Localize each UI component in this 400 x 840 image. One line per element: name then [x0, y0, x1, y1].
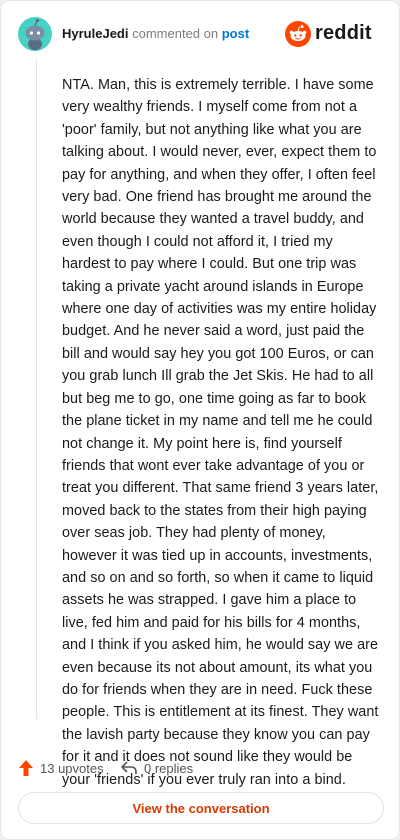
comment-header: HyruleJedi commented on post reddit — [18, 17, 383, 51]
reply-icon — [121, 761, 137, 774]
reddit-wordmark: reddit — [315, 22, 372, 44]
comment-meta: HyruleJedi commented on post — [62, 26, 249, 42]
view-conversation-button[interactable]: View the conversation — [18, 792, 384, 824]
upvote-count: 13 upvotes — [40, 760, 104, 776]
upvote-arrow-icon — [19, 760, 33, 776]
reply-stat[interactable]: 0 replies — [120, 757, 193, 779]
reddit-brand[interactable]: reddit — [285, 19, 383, 49]
reddit-logo-icon — [285, 21, 311, 47]
action-text: commented on — [132, 26, 219, 41]
comment-card: HyruleJedi commented on post reddit NTA.… — [0, 0, 400, 840]
thread-line — [36, 59, 37, 719]
reply-count: 0 replies — [144, 760, 194, 776]
username-link[interactable]: HyruleJedi — [62, 26, 128, 41]
comment-body: NTA. Man, this is extremely terrible. I … — [62, 77, 379, 788]
comment-footer: 13 upvotes 0 replies — [18, 757, 383, 779]
snoo-avatar-icon[interactable] — [18, 17, 52, 51]
post-link[interactable]: post — [222, 26, 249, 41]
upvote-stat[interactable]: 13 upvotes — [18, 757, 104, 779]
